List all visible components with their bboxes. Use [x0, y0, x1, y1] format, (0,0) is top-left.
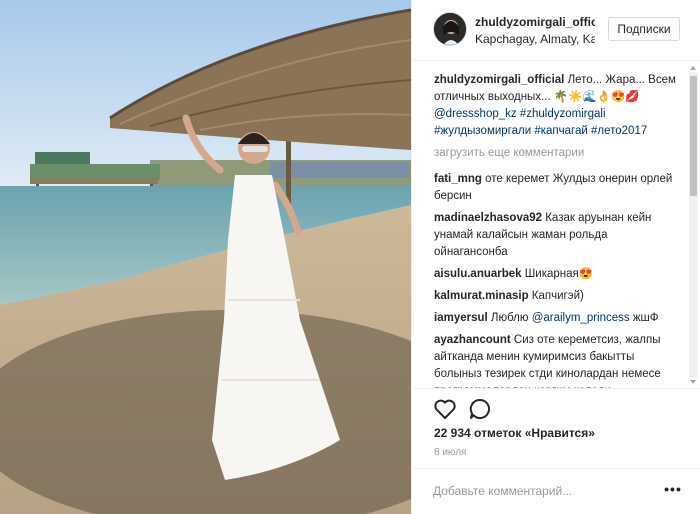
- instagram-post-modal: zhuldyzomirgali_official Kapchagay, Alma…: [0, 0, 700, 514]
- scroll-down-arrow-icon[interactable]: [690, 380, 696, 384]
- beach-photo-illustration: [0, 0, 411, 514]
- comment-username[interactable]: fati_mng: [434, 173, 482, 185]
- likes-count[interactable]: 22 934 отметок «Нравится»: [434, 426, 595, 440]
- comment-username[interactable]: ayazhancount: [434, 334, 511, 346]
- hashtag-link[interactable]: #лето2017: [591, 125, 647, 137]
- comment-item: kalmurat.minasip Капчигэй): [434, 288, 684, 305]
- post-date[interactable]: 8 июля: [434, 447, 466, 458]
- user-avatar[interactable]: [433, 12, 467, 46]
- comment-text-after: жшФ: [632, 312, 659, 324]
- comment-mention[interactable]: @arailym_princess: [532, 312, 630, 324]
- load-more-comments-link[interactable]: загрузить еще комментарии: [434, 145, 684, 162]
- scrollbar-thumb[interactable]: [690, 76, 697, 196]
- comment-username[interactable]: madinaelzhasova92: [434, 212, 542, 224]
- following-button[interactable]: Подписки: [608, 17, 680, 41]
- header-username[interactable]: zhuldyzomirgali_official: [475, 15, 595, 29]
- comment-item: madinaelzhasova92 Казак аруынан кейн уна…: [434, 210, 684, 261]
- more-options-button[interactable]: •••: [664, 482, 682, 500]
- hashtag-link[interactable]: #жулдызомиргали: [434, 125, 531, 137]
- comments-section: zhuldyzomirgali_official Лето... Жара...…: [412, 62, 700, 388]
- scroll-up-arrow-icon[interactable]: [690, 66, 696, 70]
- comment-item: fati_mng оте керемет Жулдыз онерин орлей…: [434, 171, 684, 205]
- avatar-icon: [434, 13, 466, 45]
- comment-text: Люблю: [490, 312, 529, 324]
- post-actions: [412, 388, 700, 428]
- comment-text: Шикарная😍: [524, 268, 594, 280]
- header-location[interactable]: Kapchagay, Almaty, Kazakhstan: [475, 32, 595, 46]
- post-header: zhuldyzomirgali_official Kapchagay, Alma…: [412, 0, 700, 61]
- heart-icon: [434, 399, 456, 419]
- comment-username[interactable]: aisulu.anuarbek: [434, 268, 522, 280]
- comment-username[interactable]: kalmurat.minasip: [434, 290, 529, 302]
- post-photo[interactable]: [0, 0, 411, 514]
- caption-username[interactable]: zhuldyzomirgali_official: [434, 74, 564, 86]
- comment-button[interactable]: [468, 397, 492, 421]
- like-button[interactable]: [433, 397, 457, 421]
- comment-item: aisulu.anuarbek Шикарная😍: [434, 266, 684, 283]
- hashtag-link[interactable]: #капчагай: [534, 125, 587, 137]
- comment-icon: [469, 398, 491, 419]
- comment-username[interactable]: iamyersul: [434, 312, 488, 324]
- comments-list: zhuldyzomirgali_official Лето... Жара...…: [434, 72, 684, 388]
- comment-item: ayazhancount Сиз оте кереметсиз, жалпы а…: [434, 332, 684, 388]
- comments-scrollbar[interactable]: [689, 66, 698, 384]
- caption-mention[interactable]: @dressshop_kz: [434, 108, 517, 120]
- hashtag-link[interactable]: #zhuldyzomirgali: [520, 108, 606, 120]
- comment-item: iamyersul Люблю @arailym_princess жшФ: [434, 310, 684, 327]
- post-side-panel: zhuldyzomirgali_official Kapchagay, Alma…: [411, 0, 700, 514]
- add-comment-input[interactable]: [433, 481, 653, 501]
- add-comment-bar: •••: [412, 468, 700, 514]
- comment-text: Капчигэй): [531, 290, 584, 302]
- caption: zhuldyzomirgali_official Лето... Жара...…: [434, 72, 684, 140]
